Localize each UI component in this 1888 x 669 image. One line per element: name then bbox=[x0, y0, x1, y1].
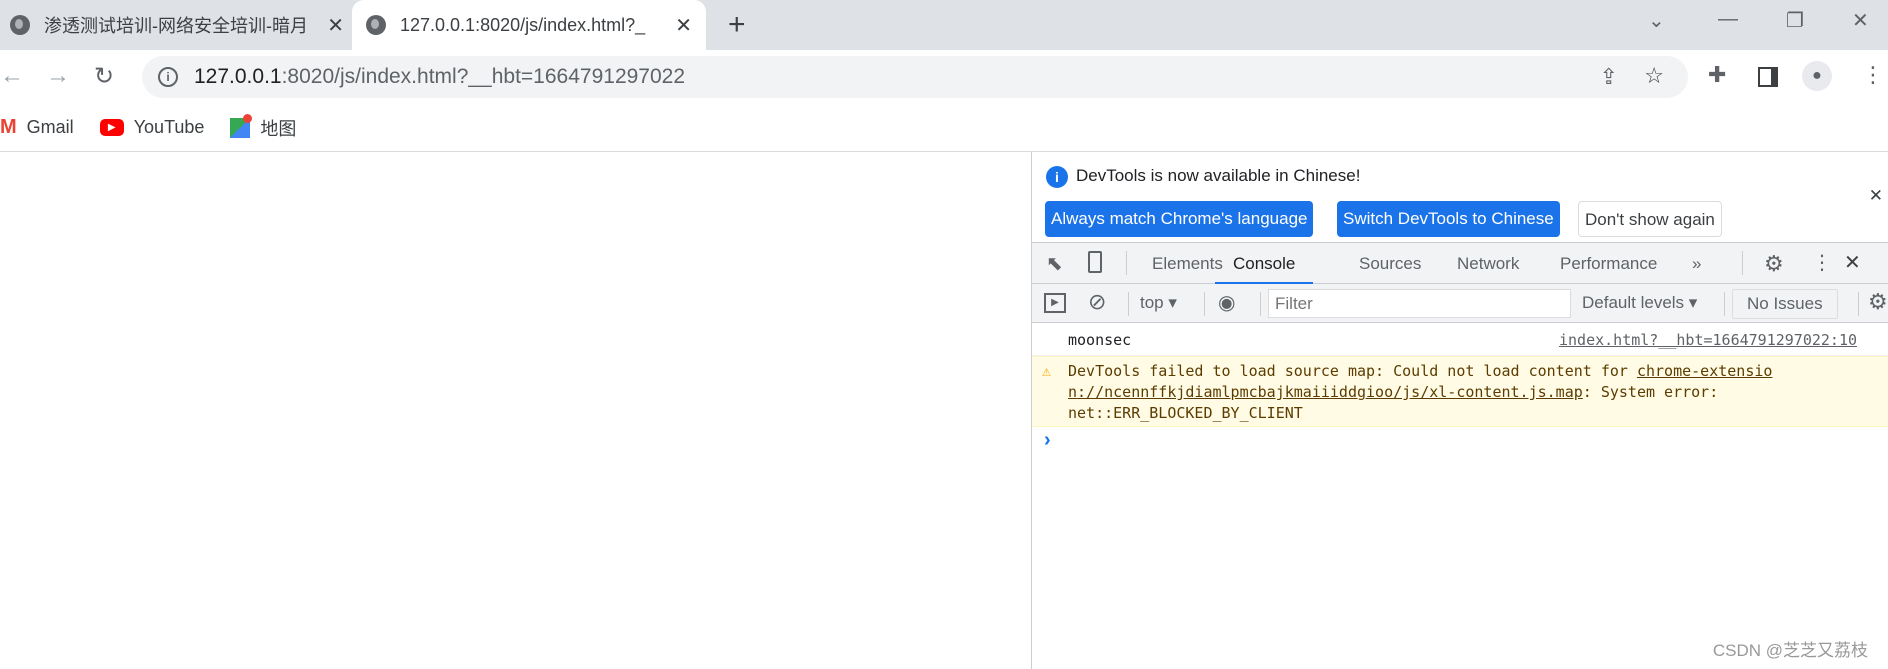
infobar-message: DevTools is now available in Chinese! bbox=[1076, 166, 1361, 185]
filter-input[interactable] bbox=[1268, 289, 1571, 318]
tab-1[interactable]: 渗透测试培训-网络安全培训-暗月 ✕ bbox=[10, 0, 344, 50]
switch-to-chinese-button[interactable]: Switch DevTools to Chinese bbox=[1337, 201, 1560, 237]
console-prompt[interactable]: › bbox=[1044, 429, 1051, 452]
profile-avatar[interactable]: ● bbox=[1802, 61, 1832, 91]
tab-elements[interactable]: Elements bbox=[1152, 243, 1223, 284]
globe-icon bbox=[10, 15, 30, 35]
more-tabs-icon[interactable]: » bbox=[1692, 243, 1701, 284]
restore-button[interactable]: ❐ bbox=[1786, 8, 1804, 33]
console-settings-icon[interactable]: ⚙ bbox=[1868, 289, 1888, 315]
tab-search-icon[interactable]: ⌄ bbox=[1648, 8, 1665, 33]
tab-console[interactable]: Console bbox=[1215, 243, 1314, 284]
toolbar: ← → ↻ i 127.0.0.1:8020/js/index.html?__h… bbox=[0, 50, 1888, 104]
info-icon[interactable]: i bbox=[158, 67, 178, 87]
tab-sources[interactable]: Sources bbox=[1359, 243, 1421, 284]
maps-icon bbox=[230, 113, 253, 138]
watermark: CSDN @芝芝又荔枝 bbox=[1712, 641, 1868, 660]
device-toolbar-icon[interactable] bbox=[1088, 251, 1102, 273]
tab-2[interactable]: 127.0.0.1:8020/js/index.html?_ ✕ bbox=[352, 0, 706, 50]
bookmark-gmail[interactable]: M Gmail bbox=[0, 116, 74, 139]
levels-value: Default levels bbox=[1582, 293, 1685, 312]
sourcemap-link[interactable]: chrome-extensio bbox=[1637, 362, 1772, 380]
tab-network[interactable]: Network bbox=[1457, 243, 1519, 284]
devtools-tabs: ⬉ Elements Console Sources Network Perfo… bbox=[1032, 243, 1888, 284]
gmail-icon: M bbox=[0, 116, 17, 138]
bookmark-maps[interactable]: 地图 bbox=[230, 113, 297, 141]
minimize-button[interactable]: — bbox=[1718, 8, 1738, 31]
bookmark-label: YouTube bbox=[133, 117, 205, 137]
close-tab-icon[interactable]: ✕ bbox=[327, 13, 344, 38]
close-window-button[interactable]: ✕ bbox=[1852, 8, 1869, 33]
close-tab-icon[interactable]: ✕ bbox=[675, 13, 692, 38]
url-host: 127.0.0.1 bbox=[194, 65, 282, 88]
live-expression-eye-icon[interactable]: ◉ bbox=[1218, 290, 1235, 315]
extensions-icon[interactable]: ✚ bbox=[1708, 62, 1726, 88]
console-message: moonsec index.html?__hbt=1664791297022:1… bbox=[1032, 323, 1888, 356]
youtube-icon: ▶ bbox=[99, 119, 124, 136]
new-tab-button[interactable]: + bbox=[728, 8, 746, 42]
url-rest: :8020/js/index.html?__hbt=1664791297022 bbox=[281, 65, 686, 88]
console-toolbar: ▶ ⊘ top ▾ ◉ Default levels ▾ No Issues ⚙ bbox=[1032, 284, 1888, 323]
share-icon[interactable]: ⇪ bbox=[1600, 64, 1618, 90]
log-text: moonsec bbox=[1068, 331, 1132, 349]
warning-text-3: net::ERR_BLOCKED_BY_CLIENT bbox=[1068, 404, 1303, 422]
log-levels-dropdown[interactable]: Default levels ▾ bbox=[1582, 293, 1697, 313]
info-icon: i bbox=[1046, 166, 1068, 188]
tab-title: 127.0.0.1:8020/js/index.html?_ bbox=[400, 14, 646, 35]
source-link[interactable]: index.html?__hbt=1664791297022:10 bbox=[1559, 331, 1857, 349]
inspect-element-icon[interactable]: ⬉ bbox=[1046, 251, 1063, 276]
issues-button[interactable]: No Issues bbox=[1732, 289, 1838, 319]
forward-icon[interactable]: → bbox=[46, 62, 70, 90]
menu-icon[interactable]: ⋮ bbox=[1862, 62, 1884, 88]
more-options-icon[interactable]: ⋮ bbox=[1812, 243, 1832, 284]
globe-icon bbox=[366, 15, 386, 35]
context-selector[interactable]: top ▾ bbox=[1140, 293, 1177, 313]
bookmark-label: 地图 bbox=[260, 118, 297, 139]
devtools-panel: i DevTools is now available in Chinese! … bbox=[1031, 152, 1888, 669]
bookmark-label: Gmail bbox=[26, 117, 74, 137]
settings-icon[interactable]: ⚙ bbox=[1764, 243, 1784, 284]
close-devtools-icon[interactable]: ✕ bbox=[1844, 243, 1861, 284]
close-infobar-icon[interactable]: ✕ bbox=[1869, 186, 1883, 206]
sidebar-toggle-icon[interactable]: ▶ bbox=[1044, 293, 1066, 313]
warning-text: DevTools failed to load source map: Coul… bbox=[1068, 362, 1637, 380]
dont-show-again-button[interactable]: Don't show again bbox=[1578, 201, 1722, 237]
address-bar[interactable]: i 127.0.0.1:8020/js/index.html?__hbt=166… bbox=[142, 56, 1688, 98]
tab-strip: 渗透测试培训-网络安全培训-暗月 ✕ 127.0.0.1:8020/js/ind… bbox=[0, 0, 1888, 50]
sourcemap-link-cont[interactable]: n://ncennffkjdiamlpmcbajkmaiiiddgioo/js/… bbox=[1068, 383, 1583, 401]
context-value: top bbox=[1140, 293, 1164, 312]
language-infobar: i DevTools is now available in Chinese! … bbox=[1032, 152, 1888, 243]
star-icon[interactable]: ☆ bbox=[1644, 63, 1664, 89]
warning-text-2: : System error: bbox=[1582, 383, 1719, 401]
side-panel-icon[interactable] bbox=[1758, 67, 1778, 87]
reload-icon[interactable]: ↻ bbox=[94, 62, 114, 91]
bookmark-youtube[interactable]: ▶ YouTube bbox=[99, 117, 205, 138]
tab-title: 渗透测试培训-网络安全培训-暗月 bbox=[44, 16, 308, 36]
console-warning: ⚠ DevTools failed to load source map: Co… bbox=[1032, 356, 1888, 427]
always-match-language-button[interactable]: Always match Chrome's language bbox=[1045, 201, 1314, 237]
clear-console-icon[interactable]: ⊘ bbox=[1088, 289, 1106, 315]
warning-icon: ⚠ bbox=[1042, 362, 1052, 380]
back-icon[interactable]: ← bbox=[0, 62, 24, 90]
bookmarks-bar: M Gmail ▶ YouTube 地图 bbox=[0, 104, 1888, 152]
tab-performance[interactable]: Performance bbox=[1560, 243, 1657, 284]
